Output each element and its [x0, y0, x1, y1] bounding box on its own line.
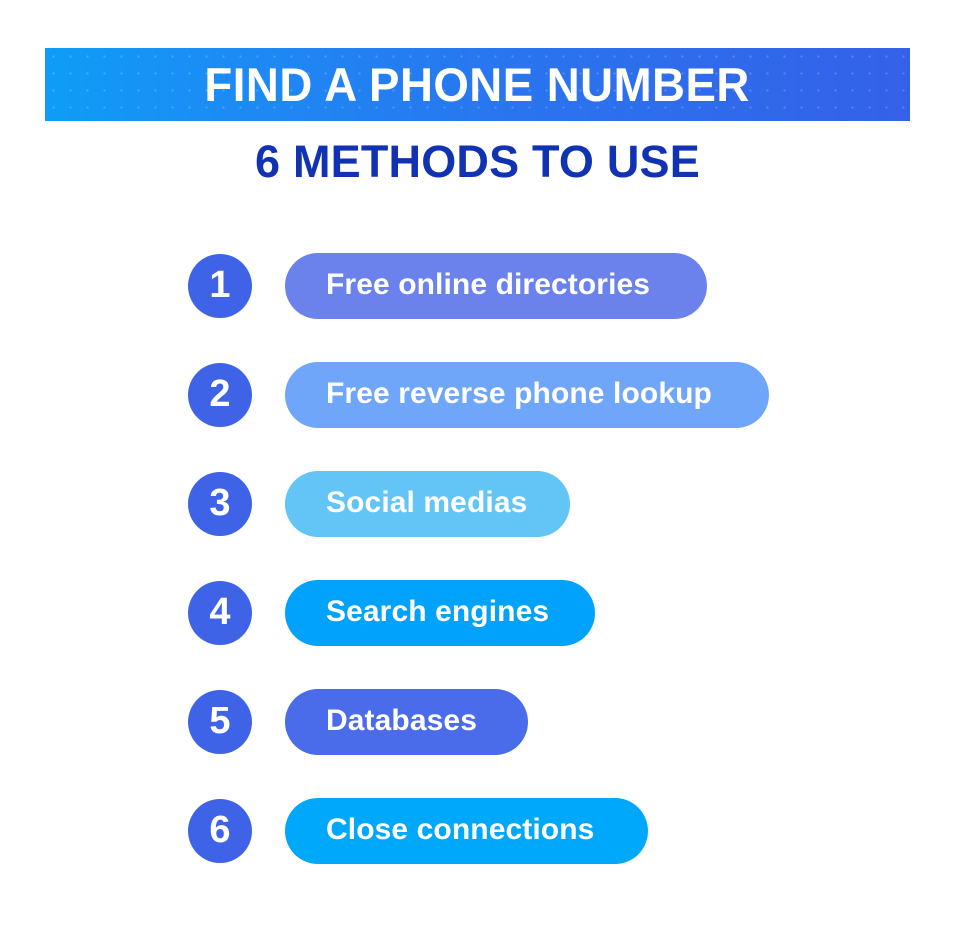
method-number-badge: 2	[188, 363, 252, 427]
method-pill[interactable]: Free online directories	[285, 253, 707, 319]
method-label: Search engines	[326, 595, 550, 628]
methods-list: 1 Free online directories 2 Free reverse ph…	[0, 253, 967, 864]
method-pill[interactable]: Databases	[285, 689, 528, 755]
method-number-badge: 5	[188, 690, 252, 754]
method-pill[interactable]: Free reverse phone lookup	[285, 362, 769, 428]
method-number-badge: 3	[188, 472, 252, 536]
method-label: Social medias	[326, 486, 528, 519]
method-pill[interactable]: Social medias	[285, 471, 570, 537]
method-label: Databases	[326, 704, 477, 737]
method-row: 5 Databases	[0, 689, 967, 755]
method-label: Free reverse phone lookup	[326, 377, 712, 410]
infographic-canvas: FIND A PHONE NUMBER 6 METHODS TO USE 1 Fr…	[0, 0, 967, 930]
method-row: 2 Free reverse phone lookup	[0, 362, 967, 428]
method-number-badge: 6	[188, 799, 252, 863]
method-pill[interactable]: Close connections	[285, 798, 648, 864]
page-title: FIND A PHONE NUMBER	[204, 58, 751, 111]
method-row: 1 Free online directories	[0, 253, 967, 319]
method-label: Close connections	[326, 813, 595, 846]
method-row: 3 Social medias	[0, 471, 967, 537]
method-number-badge: 1	[188, 254, 252, 318]
method-row: 6 Close connections	[0, 798, 967, 864]
title-banner: FIND A PHONE NUMBER	[45, 48, 910, 121]
method-pill[interactable]: Search engines	[285, 580, 595, 646]
method-row: 4 Search engines	[0, 580, 967, 646]
method-number-badge: 4	[188, 581, 252, 645]
subtitle: 6 METHODS TO USE	[255, 136, 700, 187]
method-label: Free online directories	[326, 268, 651, 301]
